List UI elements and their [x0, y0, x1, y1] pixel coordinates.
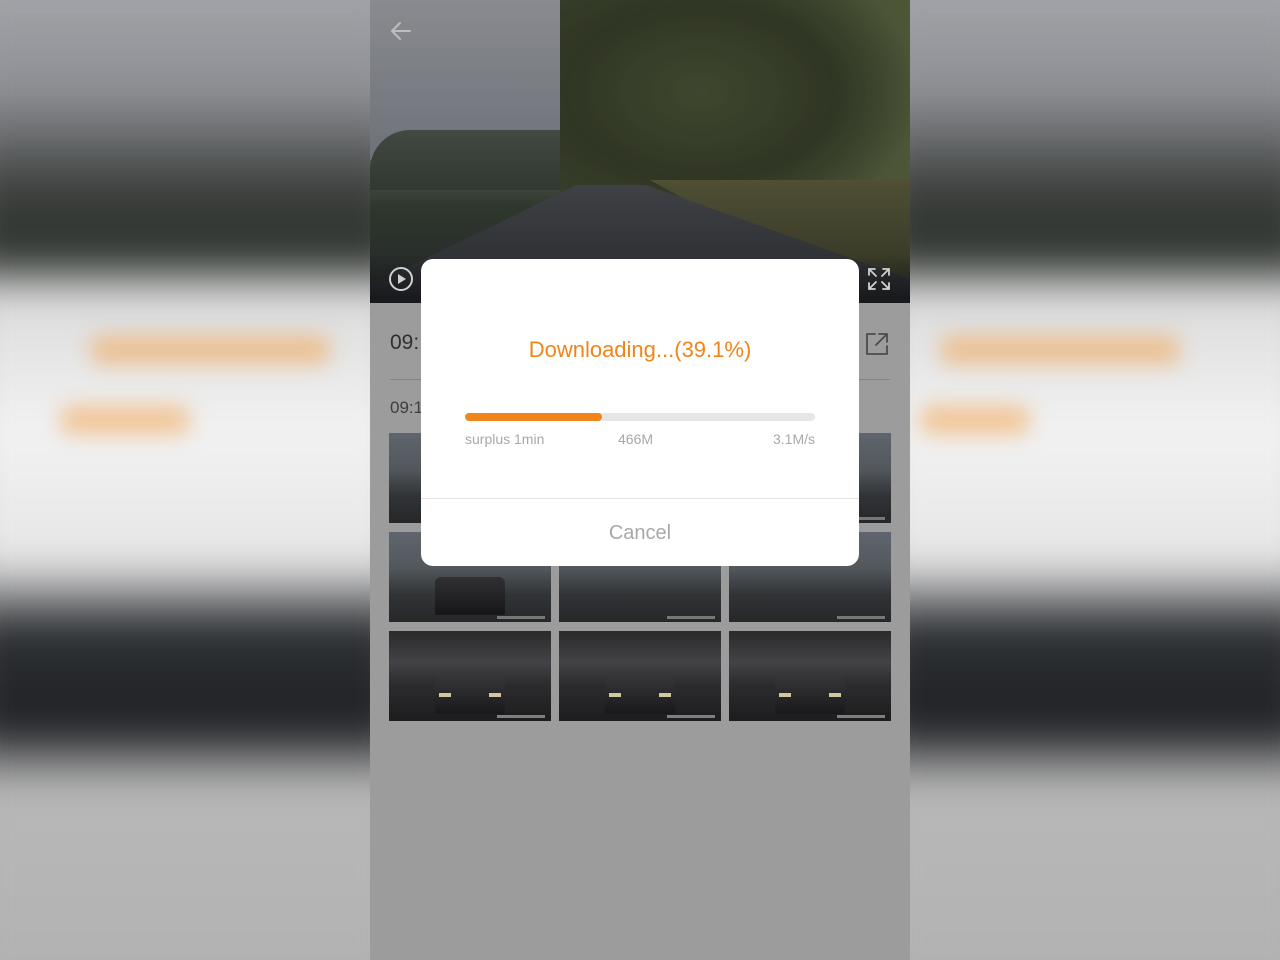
download-progress-bar — [465, 413, 815, 421]
download-speed-label: 3.1M/s — [772, 431, 815, 447]
time-remaining-label: surplus 1min — [465, 431, 545, 447]
download-status-title: Downloading...(39.1%) — [528, 337, 752, 362]
file-size-label: 466M — [618, 431, 654, 447]
cancel-button[interactable]: Cancel — [421, 499, 859, 566]
download-dialog: Downloading...(39.1%) surplus 1min 466M … — [421, 259, 859, 566]
blurred-background-right — [910, 0, 1280, 960]
blurred-background-left — [0, 0, 370, 960]
download-progress-fill — [465, 413, 602, 421]
